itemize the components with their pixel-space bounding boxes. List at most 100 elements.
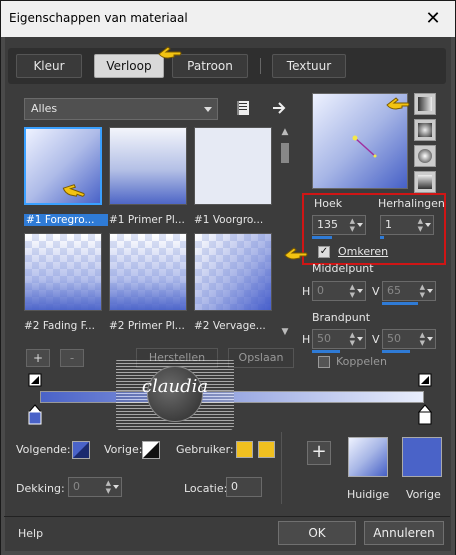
pointing-hand-icon (284, 247, 308, 260)
chevron-down-icon[interactable] (113, 485, 119, 489)
chevron-down-icon[interactable] (425, 223, 431, 227)
add-gradient-button[interactable]: + (26, 349, 50, 367)
library-scrollbar[interactable]: ▲ ▼ (279, 127, 291, 337)
focus-label: Brandpunt (312, 311, 371, 324)
gradient-swatch[interactable]: #1 Voorgro... (194, 127, 272, 226)
focus-h-value: 50 (317, 332, 331, 345)
gradient-swatch[interactable]: #2 Primer Pl... (109, 233, 187, 332)
chevron-down-icon[interactable] (357, 223, 363, 227)
location-input[interactable]: 0 (226, 477, 262, 497)
location-value: 0 (231, 480, 238, 493)
category-select-value: Alles (31, 102, 58, 115)
cancel-button[interactable]: Annuleren (364, 521, 444, 545)
current-label: Huidige (347, 488, 390, 501)
link-checkbox[interactable] (318, 356, 330, 368)
vertical-divider (281, 432, 282, 504)
angle-input[interactable]: 135 ▲ ▼ (312, 215, 366, 235)
title-bar: Eigenschappen van materiaal ✕ (1, 1, 455, 37)
opacity-stop-start-icon[interactable] (28, 373, 42, 387)
chevron-down-icon[interactable] (427, 289, 433, 293)
style-rectangular-button[interactable] (414, 119, 436, 141)
previous-swatch[interactable] (402, 437, 442, 477)
repeats-slider[interactable] (380, 236, 384, 239)
focus-h-label: H (302, 333, 311, 346)
pointing-hand-icon (158, 46, 182, 59)
tab-verloop[interactable]: Verloop (94, 54, 164, 78)
color-stop-start-icon[interactable] (28, 404, 42, 426)
pointing-hand-icon (62, 184, 85, 197)
gradient-label: #1 Primer Pl... (109, 214, 185, 226)
midpoint-v-input[interactable]: 65 ▲ ▼ (382, 281, 436, 301)
gradient-label: #1 Foregro... (24, 214, 108, 226)
scroll-down-icon[interactable]: ▼ (280, 327, 290, 337)
spin-arrows-icon[interactable]: ▲ ▼ (418, 217, 423, 233)
book-icon[interactable] (234, 99, 252, 117)
chevron-down-icon[interactable] (357, 337, 363, 341)
spin-arrows-icon[interactable]: ▲ ▼ (350, 283, 355, 299)
user-color-swatch[interactable] (236, 441, 253, 458)
repeats-value: 1 (385, 218, 392, 231)
save-button[interactable]: Opslaan (228, 348, 294, 368)
color-stop-end-icon[interactable] (418, 404, 432, 426)
chevron-down-icon[interactable] (357, 289, 363, 293)
scroll-thumb[interactable] (281, 143, 289, 163)
spin-arrows-icon[interactable]: ▲ ▼ (106, 479, 111, 495)
style-radial-button[interactable] (414, 171, 436, 193)
gradient-thumbnail (24, 233, 102, 311)
ok-button[interactable]: OK (278, 521, 356, 545)
next-stop-color-icon[interactable] (72, 441, 90, 459)
focus-v-value: 50 (387, 332, 401, 345)
style-sunburst-button[interactable] (414, 145, 436, 167)
gradient-swatch[interactable]: #2 Vervage... (194, 233, 272, 332)
add-swatch-button[interactable]: + (307, 441, 331, 465)
gradient-thumbnail (194, 233, 272, 311)
close-icon[interactable]: ✕ (421, 7, 445, 31)
focus-v-slider[interactable] (382, 350, 410, 353)
midpoint-h-input[interactable]: 0 ▲ ▼ (312, 281, 366, 301)
invert-checkbox[interactable]: ✓ (318, 246, 330, 258)
scroll-up-icon[interactable]: ▲ (280, 127, 290, 137)
angle-handle-icon[interactable] (351, 134, 381, 160)
prev-stop-color-icon[interactable] (142, 441, 160, 459)
previous-label: Vorige (406, 488, 441, 501)
tab-textuur[interactable]: Textuur (272, 54, 346, 78)
spin-arrows-icon[interactable]: ▲ ▼ (420, 331, 425, 347)
midpoint-v-value: 65 (387, 284, 401, 297)
style-linear-button[interactable] (414, 93, 436, 115)
remove-gradient-button[interactable]: - (60, 349, 84, 367)
link-label: Koppelen (336, 355, 387, 368)
pointing-hand-icon (386, 97, 410, 110)
gradient-swatch[interactable]: #2 Fading F... (24, 233, 102, 332)
opacity-input[interactable]: 0 ▲ ▼ (68, 477, 122, 497)
spin-arrows-icon[interactable]: ▲ ▼ (350, 217, 355, 233)
watermark-logo: claudia (116, 358, 234, 430)
user-label: Gebruiker: (176, 443, 234, 456)
next-label: Volgende: (16, 443, 71, 456)
tab-kleur[interactable]: Kleur (16, 54, 82, 78)
midpoint-v-slider[interactable] (382, 302, 418, 305)
current-swatch[interactable] (348, 437, 388, 477)
opacity-stop-end-icon[interactable] (418, 373, 432, 387)
gradient-swatch[interactable]: #1 Primer Pl... (109, 127, 187, 226)
repeats-input[interactable]: 1 ▲ ▼ (380, 215, 434, 235)
gradient-label: #2 Fading F... (24, 320, 95, 332)
focus-v-input[interactable]: 50 ▲ ▼ (382, 329, 436, 349)
invert-label: Omkeren (338, 245, 389, 258)
gradient-swatch[interactable]: #1 Foregro... (24, 127, 108, 226)
tab-separator (260, 58, 261, 74)
spin-arrows-icon[interactable]: ▲ ▼ (420, 283, 425, 299)
focus-h-input[interactable]: 50 ▲ ▼ (312, 329, 366, 349)
category-select[interactable]: Alles (24, 98, 218, 120)
prev-label: Vorige: (104, 443, 143, 456)
gradient-label: #2 Primer Pl... (109, 320, 185, 332)
gradient-label: #2 Vervage... (194, 320, 266, 332)
spin-arrows-icon[interactable]: ▲ ▼ (350, 331, 355, 347)
help-link[interactable]: Help (18, 527, 43, 540)
focus-h-slider[interactable] (312, 350, 340, 353)
chevron-down-icon[interactable] (427, 337, 433, 341)
tab-patroon[interactable]: Patroon (172, 54, 248, 78)
angle-slider[interactable] (312, 236, 332, 239)
opacity-value: 0 (73, 480, 80, 493)
user-color-swatch[interactable] (258, 441, 275, 458)
arrow-right-icon[interactable] (270, 99, 288, 117)
